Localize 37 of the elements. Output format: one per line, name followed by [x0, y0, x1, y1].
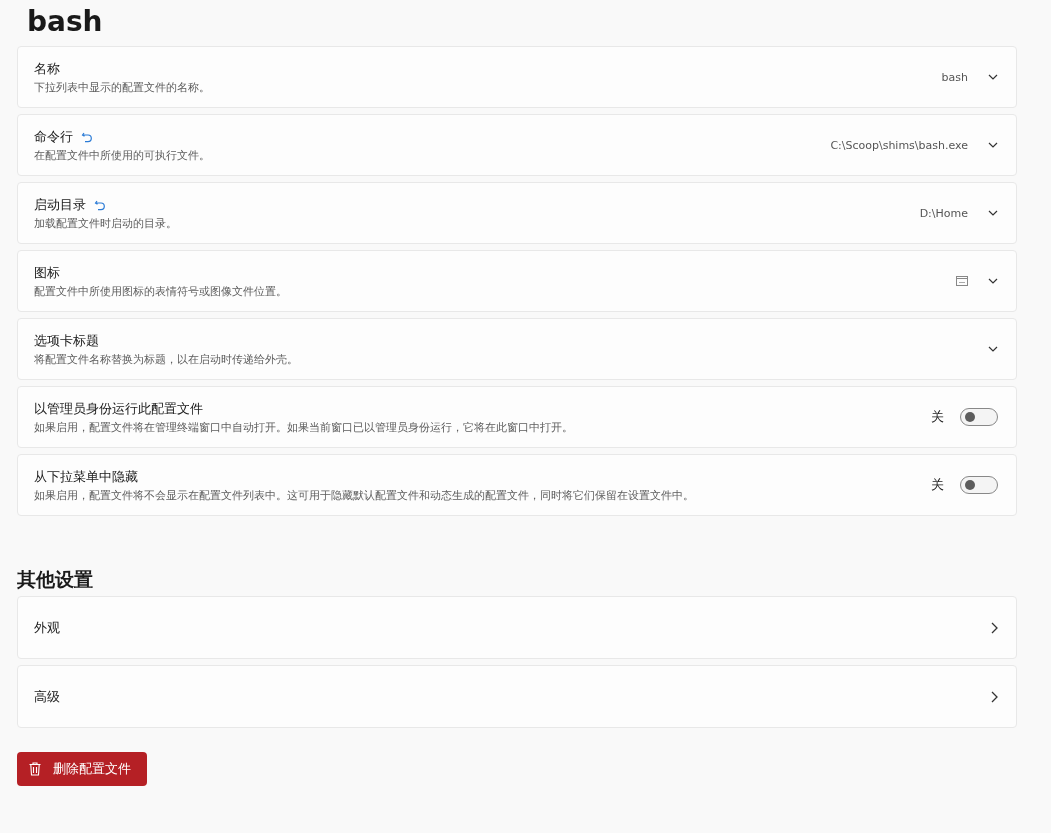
- setting-description: 在配置文件中所使用的可执行文件。: [34, 147, 211, 163]
- chevron-down-icon[interactable]: [988, 210, 998, 216]
- setting-description: 加载配置文件时启动的目录。: [34, 215, 178, 231]
- reset-icon[interactable]: [81, 130, 93, 143]
- setting-description: 如果启用，配置文件将不会显示在配置文件列表中。这可用于隐藏默认配置文件和动态生成的配置文件，同时将它们保留在设置文件中。: [34, 487, 695, 503]
- setting-description: 下拉列表中显示的配置文件的名称。: [34, 79, 211, 95]
- chevron-down-icon[interactable]: [988, 142, 998, 148]
- trash-icon: [29, 762, 41, 776]
- setting-description: 将配置文件名称替换为标题，以在启动时传递给外壳。: [34, 351, 299, 367]
- chevron-down-icon[interactable]: [988, 278, 998, 284]
- image-icon: [956, 276, 968, 286]
- setting-label: 图标: [34, 263, 60, 282]
- navigation-item[interactable]: 高级: [17, 665, 1017, 728]
- setting-value: C:\Scoop\shims\bash.exe: [830, 138, 968, 152]
- chevron-down-icon[interactable]: [988, 346, 998, 352]
- setting-label: 名称: [34, 59, 60, 78]
- setting-label: 从下拉菜单中隐藏: [34, 467, 138, 486]
- navigation-item[interactable]: 外观: [17, 596, 1017, 659]
- reset-icon[interactable]: [94, 198, 106, 211]
- section-heading: 其他设置: [17, 567, 94, 592]
- setting-label: 启动目录: [34, 195, 86, 214]
- setting-description: 如果启用，配置文件将在管理终端窗口中自动打开。如果当前窗口已以管理员身份运行，它将在此窗口中打开。: [34, 419, 574, 435]
- setting-description: 配置文件中所使用图标的表情符号或图像文件位置。: [34, 283, 288, 299]
- toggle-state-label: 关: [931, 408, 944, 426]
- setting-value: D:\Home: [919, 206, 968, 220]
- setting-label: 命令行: [34, 127, 73, 146]
- chevron-right-icon: [991, 621, 998, 634]
- setting-value: bash: [941, 70, 968, 84]
- setting-label: 选项卡标题: [34, 331, 99, 350]
- toggle-switch[interactable]: [960, 408, 998, 426]
- chevron-down-icon[interactable]: [988, 74, 998, 80]
- page-title: bash: [27, 4, 104, 40]
- chevron-right-icon: [991, 690, 998, 703]
- toggle-state-label: 关: [931, 476, 944, 494]
- delete-profile-button[interactable]: 删除配置文件: [17, 752, 147, 786]
- toggle-switch[interactable]: [960, 476, 998, 494]
- setting-label: 以管理员身份运行此配置文件: [34, 399, 203, 418]
